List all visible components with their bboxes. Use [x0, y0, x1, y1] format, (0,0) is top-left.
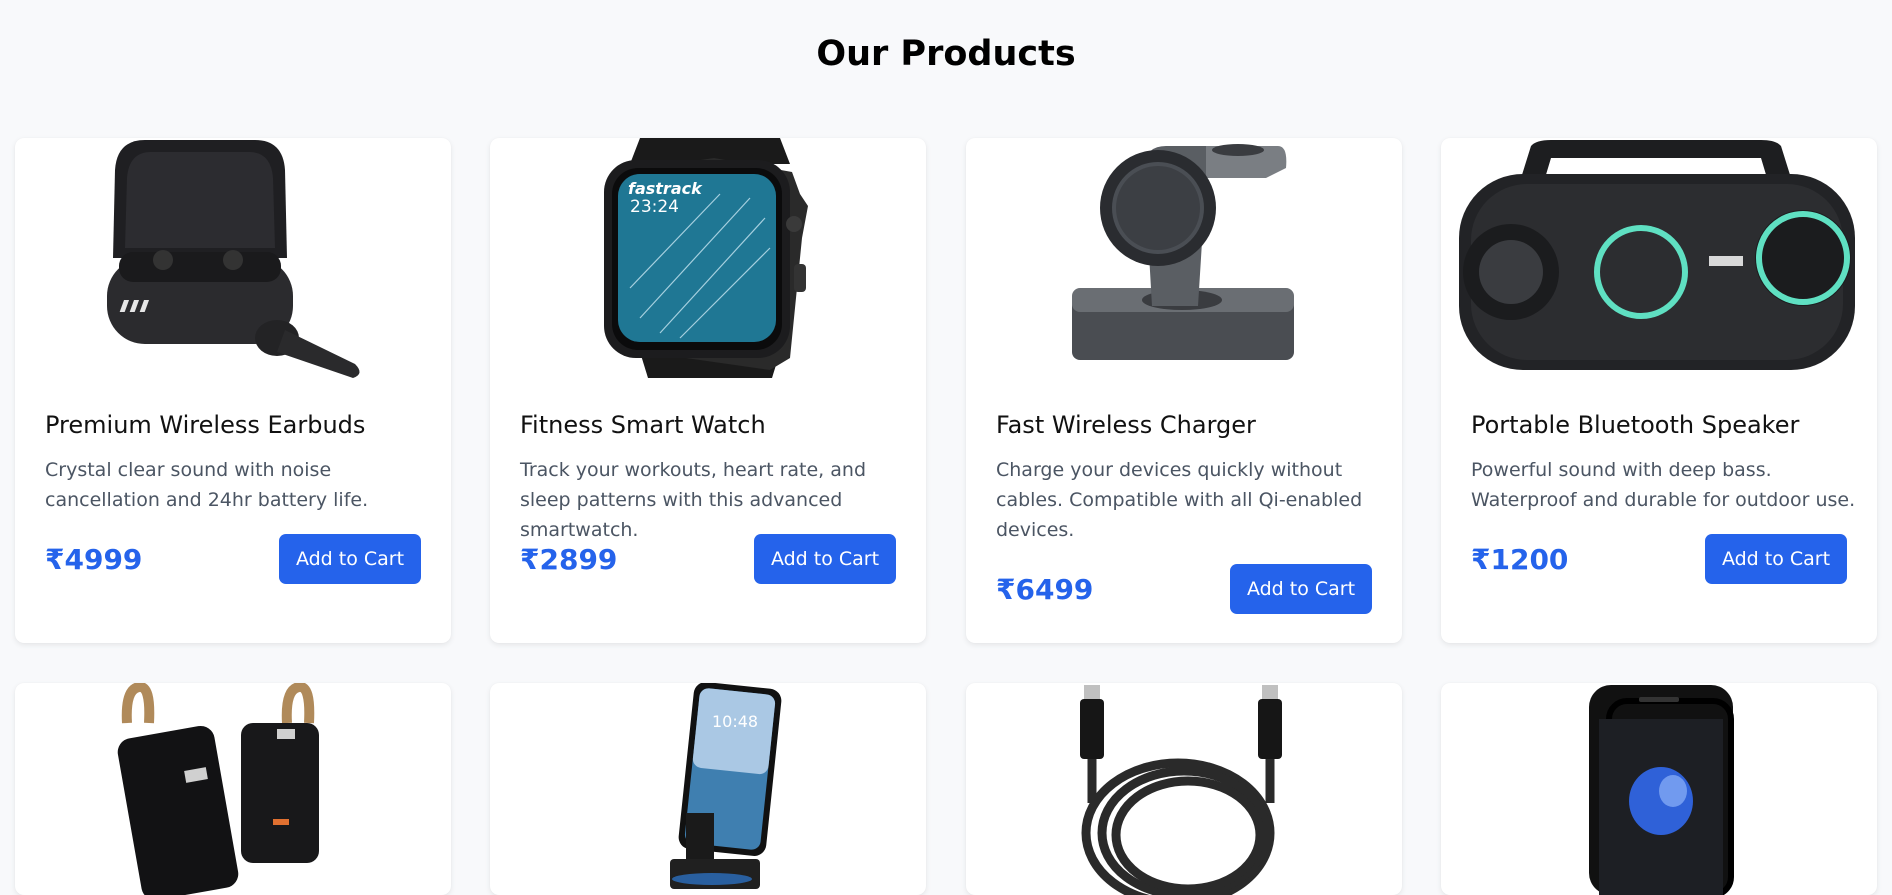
product-description: Powerful sound with deep bass. Waterproo… [1471, 459, 1856, 511]
product-price: ₹6499 [996, 573, 1094, 606]
product-card [15, 683, 451, 895]
product-name: Premium Wireless Earbuds [45, 411, 366, 439]
product-card: 10:48 [490, 683, 926, 895]
product-name: Portable Bluetooth Speaker [1471, 411, 1800, 439]
product-card: Fast Wireless Charger Charge your device… [966, 138, 1402, 643]
phone-stand-image: 10:48 [490, 683, 926, 895]
earbuds-image [15, 138, 451, 378]
wireless-charger-image [966, 138, 1402, 378]
product-card: Premium Wireless Earbuds Crystal clear s… [15, 138, 451, 643]
product-name: Fast Wireless Charger [996, 411, 1256, 439]
product-card [966, 683, 1402, 895]
usb-c-cable-image [966, 683, 1402, 895]
add-to-cart-button[interactable]: Add to Cart [754, 534, 896, 584]
watch-brand-text: fastrack [628, 179, 703, 198]
phone-time-text: 10:48 [712, 712, 758, 731]
product-card: Portable Bluetooth Speaker Powerful soun… [1441, 138, 1877, 643]
smartwatch-image: fastrack 23:24 [490, 138, 926, 378]
add-to-cart-button[interactable]: Add to Cart [1230, 564, 1372, 614]
product-description: Crystal clear sound with noise cancellat… [45, 459, 369, 511]
product-price: ₹2899 [520, 543, 618, 576]
bluetooth-speaker-image [1441, 138, 1877, 378]
product-description: Charge your devices quickly without cabl… [996, 459, 1363, 541]
product-card [1441, 683, 1877, 895]
page-title: Our Products [816, 34, 1076, 74]
product-description: Track your workouts, heart rate, and sle… [520, 459, 867, 541]
power-bank-image [15, 683, 451, 895]
product-name: Fitness Smart Watch [520, 411, 766, 439]
watch-time-text: 23:24 [630, 197, 679, 217]
product-price: ₹4999 [45, 543, 143, 576]
product-price: ₹1200 [1471, 543, 1569, 576]
add-to-cart-button[interactable]: Add to Cart [279, 534, 421, 584]
add-to-cart-button[interactable]: Add to Cart [1705, 534, 1847, 584]
product-card: fastrack 23:24 Fitness Smart Watch Track… [490, 138, 926, 643]
screen-protector-image [1441, 683, 1877, 895]
